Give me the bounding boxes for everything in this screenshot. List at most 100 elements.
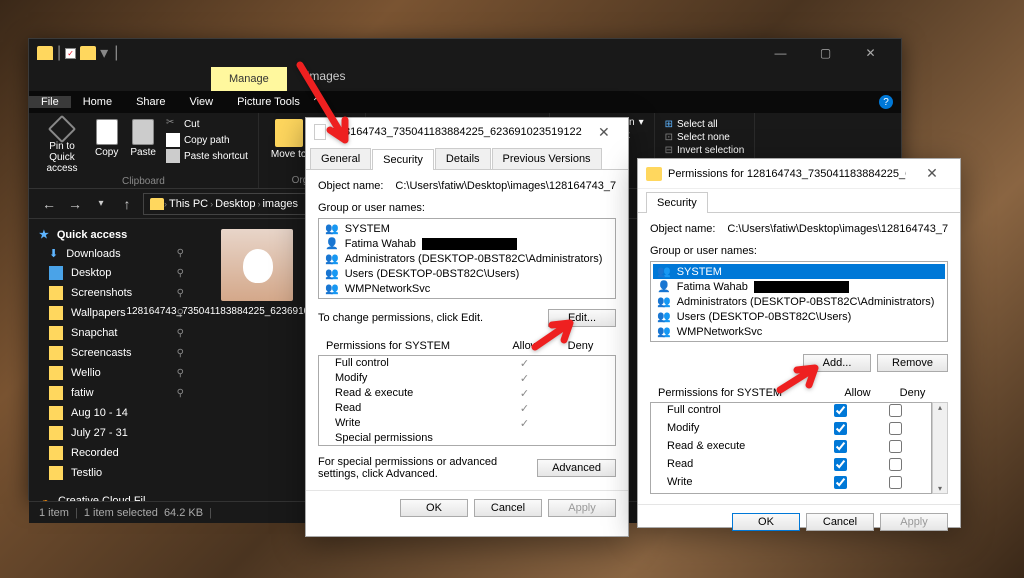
permissions-table: Full control✓ Modify✓ Read & execute✓ Re… <box>318 355 616 446</box>
user-list[interactable]: 👥SYSTEM 👤Fatima Wahab 👥Administrators (D… <box>650 261 948 342</box>
minimize-button[interactable]: — <box>758 39 803 67</box>
scrollbar[interactable]: ▴▾ <box>932 402 948 494</box>
file-item[interactable]: 128164743_735041183884225_62369102351912… <box>204 229 309 491</box>
tab-details[interactable]: Details <box>435 148 491 169</box>
remove-button[interactable]: Remove <box>877 354 948 372</box>
folder-icon <box>150 198 164 210</box>
allow-checkbox[interactable] <box>834 404 847 417</box>
pin-icon <box>48 115 76 143</box>
file-menu[interactable]: File <box>29 96 71 108</box>
list-item[interactable]: 👥Administrators (DESKTOP-0BST82C\Adminis… <box>321 251 613 266</box>
tab-previous-versions[interactable]: Previous Versions <box>492 148 602 169</box>
sidebar-item-downloads[interactable]: ⬇Downloads⚲ <box>29 244 194 263</box>
cancel-button[interactable]: Cancel <box>806 513 874 531</box>
sidebar-item-screencasts[interactable]: Screencasts⚲ <box>29 343 194 363</box>
manage-tab[interactable]: Manage <box>211 67 287 91</box>
share-menu[interactable]: Share <box>124 96 177 108</box>
tab-security[interactable]: Security <box>372 149 434 170</box>
paste-icon <box>132 119 154 145</box>
allow-checkbox[interactable] <box>834 458 847 471</box>
deny-checkbox[interactable] <box>889 404 902 417</box>
ok-button[interactable]: OK <box>732 513 800 531</box>
list-item[interactable]: 👥Users (DESKTOP-0BST82C\Users) <box>321 266 613 281</box>
allow-checkbox[interactable] <box>834 476 847 489</box>
list-item[interactable]: 👥WMPNetworkSvc <box>653 324 945 339</box>
copy-path-button[interactable]: Copy path <box>166 133 248 147</box>
permissions-dialog: Permissions for 128164743_73504118388422… <box>637 158 961 528</box>
check-icon: ✓ <box>65 48 76 59</box>
allow-checkbox[interactable] <box>834 422 847 435</box>
paste-shortcut-button[interactable]: Paste shortcut <box>166 149 248 163</box>
sidebar-item-snapchat[interactable]: Snapchat⚲ <box>29 323 194 343</box>
list-item[interactable]: 👥Administrators (DESKTOP-0BST82C\Adminis… <box>653 294 945 309</box>
help-icon[interactable]: ? <box>879 95 893 109</box>
dialog-title-bar: 128164743_735041183884225_62369102351912… <box>306 118 628 146</box>
file-icon <box>314 124 326 140</box>
allow-checkbox[interactable] <box>834 440 847 453</box>
select-none-button[interactable]: ⊡Select none <box>665 132 745 143</box>
sidebar-item-july[interactable]: July 27 - 31 <box>29 423 194 443</box>
edit-button[interactable]: Edit... <box>548 309 616 327</box>
list-item[interactable]: 👥Users (DESKTOP-0BST82C\Users) <box>653 309 945 324</box>
home-menu[interactable]: Home <box>71 96 124 108</box>
dialog-title-bar: Permissions for 128164743_73504118388422… <box>638 159 960 189</box>
cancel-button[interactable]: Cancel <box>474 499 542 517</box>
sidebar-item-quick-access[interactable]: ★Quick access <box>29 225 194 244</box>
recent-button[interactable]: ▾ <box>91 198 111 209</box>
copy-icon <box>96 119 118 145</box>
deny-checkbox[interactable] <box>889 476 902 489</box>
close-button[interactable]: ✕ <box>912 165 952 182</box>
folder-icon <box>275 119 303 147</box>
maximize-button[interactable]: ▢ <box>803 39 848 67</box>
navigation-pane: ★Quick access ⬇Downloads⚲ Desktop⚲ Scree… <box>29 219 194 501</box>
close-button[interactable]: ✕ <box>588 124 620 141</box>
list-item[interactable]: 👥SYSTEM <box>321 221 613 236</box>
deny-checkbox[interactable] <box>889 440 902 453</box>
deny-checkbox[interactable] <box>889 458 902 471</box>
sidebar-item-fatiw[interactable]: fatiw⚲ <box>29 383 194 403</box>
deny-checkbox[interactable] <box>889 422 902 435</box>
forward-button[interactable]: → <box>65 196 85 212</box>
sidebar-item-desktop[interactable]: Desktop⚲ <box>29 263 194 283</box>
expand-icon[interactable]: ⌃ <box>312 97 320 108</box>
up-button[interactable]: ↑ <box>117 196 137 212</box>
sidebar-item-screenshots[interactable]: Screenshots⚲ <box>29 283 194 303</box>
cut-button[interactable]: ✂Cut <box>166 117 248 131</box>
copy-button[interactable]: Copy <box>89 117 124 176</box>
folder-name: images <box>287 67 366 91</box>
invert-selection-button[interactable]: ⊟Invert selection <box>665 145 745 156</box>
properties-dialog: 128164743_735041183884225_62369102351912… <box>305 117 629 537</box>
close-button[interactable]: ✕ <box>848 39 893 67</box>
pin-button[interactable]: Pin to Quick access <box>35 117 89 176</box>
select-all-button[interactable]: ⊞Select all <box>665 119 745 130</box>
folder-icon <box>37 46 53 60</box>
title-bar: | ✓ ▾ | — ▢ ✕ <box>29 39 901 67</box>
list-item[interactable]: 👤Fatima Wahab <box>653 279 945 294</box>
view-menu[interactable]: View <box>177 96 225 108</box>
list-item[interactable]: 👤Fatima Wahab <box>321 236 613 251</box>
sidebar-item-creative-cloud[interactable]: ☁Creative Cloud Fil⌄ <box>29 491 194 501</box>
thumbnail <box>221 229 293 301</box>
tab-general[interactable]: General <box>310 148 371 169</box>
apply-button[interactable]: Apply <box>880 513 948 531</box>
tab-security[interactable]: Security <box>646 192 708 213</box>
paste-button[interactable]: Paste <box>124 117 162 176</box>
picture-tools-menu[interactable]: Picture Tools <box>225 96 312 108</box>
sidebar-item-recorded[interactable]: Recorded <box>29 443 194 463</box>
sidebar-item-aug[interactable]: Aug 10 - 14 <box>29 403 194 423</box>
sidebar-item-testlio[interactable]: Testlio <box>29 463 194 483</box>
folder-icon <box>80 46 96 60</box>
back-button[interactable]: ← <box>39 196 59 212</box>
tab-strip: General Security Details Previous Versio… <box>306 148 628 170</box>
apply-button[interactable]: Apply <box>548 499 616 517</box>
ok-button[interactable]: OK <box>400 499 468 517</box>
menu-bar: File Home Share View Picture Tools ⌃ ? <box>29 91 901 113</box>
permissions-table: Full control Modify Read & execute Read … <box>650 402 932 494</box>
sidebar-item-wellio[interactable]: Wellio⚲ <box>29 363 194 383</box>
folder-icon <box>646 167 662 181</box>
add-button[interactable]: Add... <box>803 354 871 372</box>
user-list[interactable]: 👥SYSTEM 👤Fatima Wahab 👥Administrators (D… <box>318 218 616 299</box>
advanced-button[interactable]: Advanced <box>537 459 616 477</box>
list-item[interactable]: 👥WMPNetworkSvc <box>321 281 613 296</box>
list-item[interactable]: 👥SYSTEM <box>653 264 945 279</box>
